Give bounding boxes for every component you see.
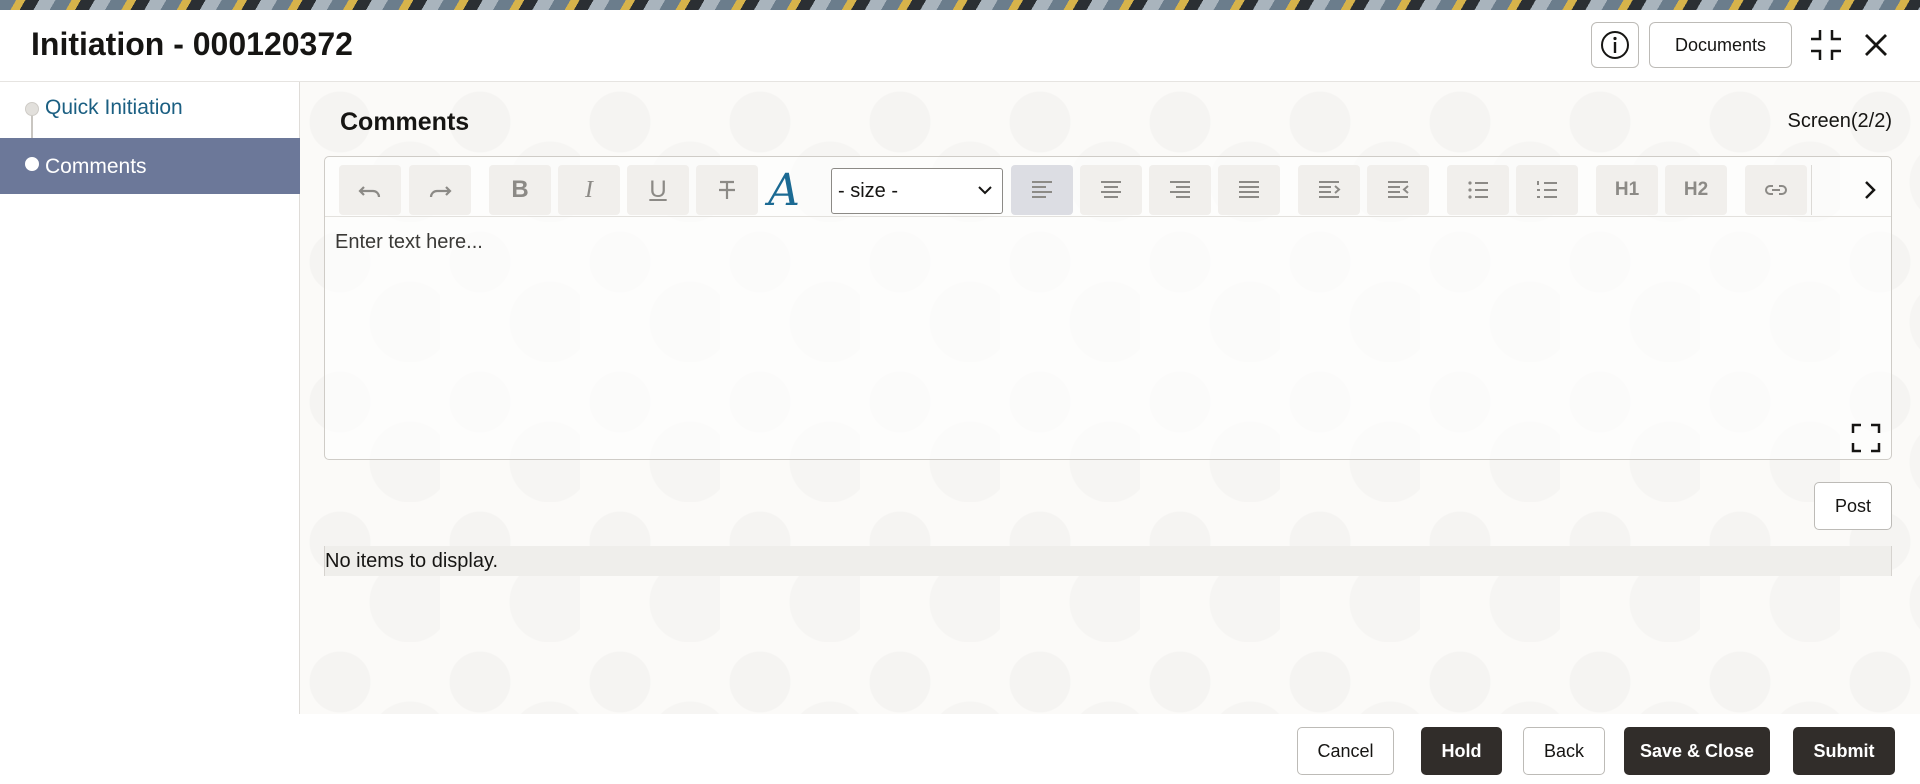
sidebar-item-quick-initiation[interactable]: Quick Initiation bbox=[0, 82, 300, 138]
editor-toolbar: B I U A - size - H1 H2 bbox=[325, 157, 1891, 217]
page-title: Initiation - 000120372 bbox=[31, 26, 353, 62]
step-dot-icon bbox=[25, 102, 39, 116]
step-dot-icon bbox=[25, 157, 39, 171]
numbered-list-icon bbox=[1537, 181, 1557, 198]
align-center-button[interactable] bbox=[1080, 165, 1142, 215]
link-button[interactable] bbox=[1745, 165, 1807, 215]
redo-button[interactable] bbox=[409, 165, 471, 215]
undo-button[interactable] bbox=[339, 165, 401, 215]
sidebar-item-label: Quick Initiation bbox=[45, 96, 183, 119]
justify-icon bbox=[1239, 181, 1259, 198]
bold-button[interactable]: B bbox=[489, 165, 551, 215]
align-left-button[interactable] bbox=[1011, 165, 1073, 215]
dialog-header: Initiation - 000120372 Documents bbox=[0, 10, 1920, 82]
editor-text-area[interactable]: Enter text here... bbox=[335, 231, 483, 254]
rich-text-editor: B I U A - size - H1 H2 Enter text here..… bbox=[324, 156, 1892, 460]
numbered-list-button[interactable] bbox=[1516, 165, 1578, 215]
sidebar-item-comments[interactable]: Comments bbox=[0, 138, 300, 194]
strikethrough-icon bbox=[719, 180, 735, 199]
main-content: Comments Screen(2/2) B I U A - size - H1… bbox=[300, 82, 1920, 714]
align-right-icon bbox=[1170, 181, 1190, 198]
initiation-dialog: Initiation - 000120372 Documents Quick I… bbox=[0, 10, 1920, 784]
hold-button[interactable]: Hold bbox=[1421, 727, 1502, 775]
font-size-select-value: - size - bbox=[838, 179, 898, 202]
info-button[interactable] bbox=[1591, 22, 1639, 68]
comments-empty-message: No items to display. bbox=[324, 546, 1892, 576]
font-color-button[interactable]: A bbox=[759, 165, 809, 216]
outdent-icon bbox=[1388, 181, 1409, 198]
toolbar-divider bbox=[1811, 165, 1812, 215]
indent-icon bbox=[1319, 181, 1341, 198]
background-banner bbox=[0, 0, 1920, 10]
italic-button[interactable]: I bbox=[558, 165, 620, 215]
font-size-select[interactable]: - size - bbox=[831, 168, 1003, 214]
submit-button[interactable]: Submit bbox=[1793, 727, 1895, 775]
underline-button[interactable]: U bbox=[627, 165, 689, 215]
bullet-list-button[interactable] bbox=[1447, 165, 1509, 215]
more-icon[interactable] bbox=[1855, 175, 1885, 205]
post-button[interactable]: Post bbox=[1814, 482, 1892, 530]
cancel-button[interactable]: Cancel bbox=[1297, 727, 1394, 775]
align-right-button[interactable] bbox=[1149, 165, 1211, 215]
justify-button[interactable] bbox=[1218, 165, 1280, 215]
bullet-list-icon bbox=[1468, 181, 1488, 199]
indent-button[interactable] bbox=[1298, 165, 1360, 215]
save-close-button[interactable]: Save & Close bbox=[1624, 727, 1770, 775]
redo-icon bbox=[429, 186, 452, 198]
strikethrough-button[interactable] bbox=[696, 165, 758, 215]
dialog-footer: Cancel Hold Back Save & Close Submit bbox=[0, 714, 1920, 784]
collapse-icon[interactable] bbox=[1808, 27, 1844, 63]
train-stop-navigation: Quick Initiation Comments bbox=[0, 82, 300, 714]
heading1-button[interactable]: H1 bbox=[1596, 165, 1658, 215]
info-icon bbox=[1601, 31, 1629, 59]
outdent-button[interactable] bbox=[1367, 165, 1429, 215]
undo-icon bbox=[358, 186, 381, 198]
screen-indicator: Screen(2/2) bbox=[1787, 110, 1893, 132]
close-icon[interactable] bbox=[1858, 27, 1894, 63]
fullscreen-icon[interactable] bbox=[1850, 422, 1882, 454]
documents-button[interactable]: Documents bbox=[1649, 22, 1792, 68]
section-title: Comments bbox=[340, 108, 470, 136]
heading2-button[interactable]: H2 bbox=[1665, 165, 1727, 215]
back-button[interactable]: Back bbox=[1523, 727, 1605, 775]
sidebar-item-label: Comments bbox=[45, 155, 147, 178]
align-left-icon bbox=[1032, 181, 1052, 198]
chevron-down-icon bbox=[978, 186, 992, 195]
link-icon bbox=[1765, 185, 1787, 195]
align-center-icon bbox=[1101, 181, 1121, 198]
